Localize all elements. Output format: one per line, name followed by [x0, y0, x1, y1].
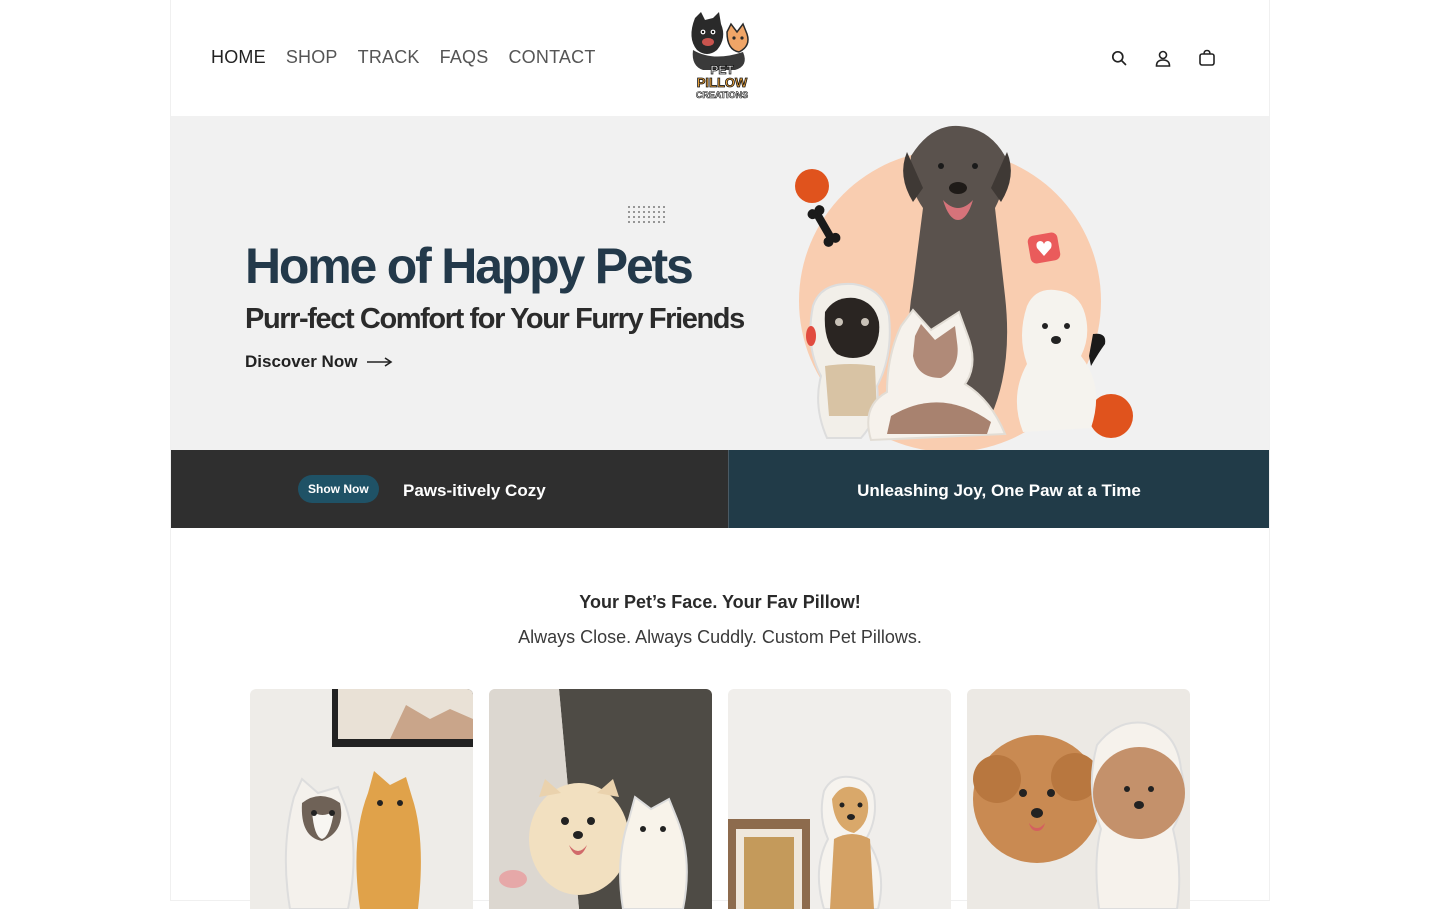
- hero-pets-illustration: [795, 125, 1133, 450]
- cat-pillows-card[interactable]: [250, 689, 473, 909]
- page: HOME SHOP TRACK FAQS CONTACT PET PILLOW …: [171, 0, 1269, 909]
- section-subtitle: Always Close. Always Cuddly. Custom Pet …: [518, 627, 922, 647]
- discover-now-link[interactable]: Discover Now: [245, 352, 393, 372]
- nav-shop[interactable]: SHOP: [286, 47, 338, 68]
- discover-now-label: Discover Now: [245, 352, 358, 371]
- product-grid: [250, 689, 1190, 909]
- cart-icon[interactable]: [1197, 48, 1217, 68]
- header-icons: [1109, 48, 1217, 68]
- logo-word-creations: CREATIONS: [696, 90, 748, 100]
- nav-home[interactable]: HOME: [211, 47, 266, 68]
- show-now-button[interactable]: Show Now: [298, 475, 379, 503]
- banner-left-text: Paws-itively Cozy: [403, 481, 546, 500]
- poodle-pillow-image: [967, 689, 1190, 909]
- promo-banner: Show Now Paws-itively Cozy Unleashing Jo…: [171, 450, 1269, 528]
- labrador-pillow-card[interactable]: [728, 689, 951, 909]
- pomeranian-pillow-card[interactable]: [489, 689, 712, 909]
- section-title: Your Pet’s Face. Your Fav Pillow!: [579, 592, 861, 612]
- account-icon[interactable]: [1153, 48, 1173, 68]
- search-icon[interactable]: [1109, 48, 1129, 68]
- hero-subtitle: Purr-fect Comfort for Your Furry Friends: [245, 303, 745, 335]
- banner-left-panel: Show Now Paws-itively Cozy: [171, 450, 728, 528]
- cat-pillows-image: [250, 689, 473, 909]
- pomeranian-pillow-image: [489, 689, 712, 909]
- nav-contact[interactable]: CONTACT: [508, 47, 595, 68]
- nav-track[interactable]: TRACK: [358, 47, 420, 68]
- poodle-pillow-card[interactable]: [967, 689, 1190, 909]
- hero-title: Home of Happy Pets: [245, 238, 694, 294]
- heart-bubble-icon: [1027, 232, 1061, 264]
- site-header: HOME SHOP TRACK FAQS CONTACT PET PILLOW …: [171, 0, 1269, 116]
- logo-word-pillow: PILLOW: [697, 75, 748, 90]
- nav-faqs[interactable]: FAQS: [440, 47, 489, 68]
- hero-section: Home of Happy Pets Purr-fect Comfort for…: [171, 116, 1269, 450]
- arrow-right-icon: [367, 357, 393, 367]
- banner-right-panel: Unleashing Joy, One Paw at a Time: [728, 450, 1269, 528]
- labrador-pillow-image: [728, 689, 951, 909]
- banner-right-text: Unleashing Joy, One Paw at a Time: [857, 481, 1141, 500]
- main-nav: HOME SHOP TRACK FAQS CONTACT: [211, 47, 596, 68]
- dot-grid-decoration: [628, 206, 665, 223]
- pet-pillow-logo[interactable]: PET PILLOW CREATIONS: [683, 10, 761, 102]
